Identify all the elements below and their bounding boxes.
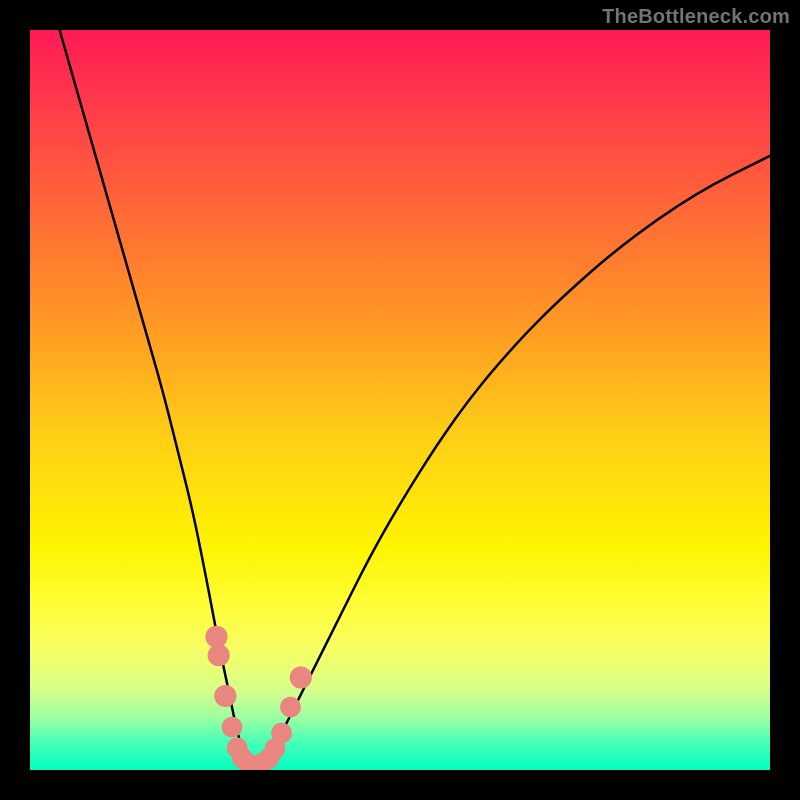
plot-area — [30, 30, 770, 770]
watermark-label: TheBottleneck.com — [602, 6, 790, 29]
data-marker — [290, 666, 312, 688]
data-marker — [214, 685, 236, 707]
data-marker — [280, 697, 301, 718]
bottleneck-curve — [60, 30, 770, 766]
chart-frame: TheBottleneck.com — [0, 0, 800, 800]
data-marker — [208, 644, 230, 666]
data-marker — [222, 717, 243, 738]
marker-group — [205, 626, 312, 770]
data-marker — [271, 723, 292, 744]
chart-svg — [30, 30, 770, 770]
